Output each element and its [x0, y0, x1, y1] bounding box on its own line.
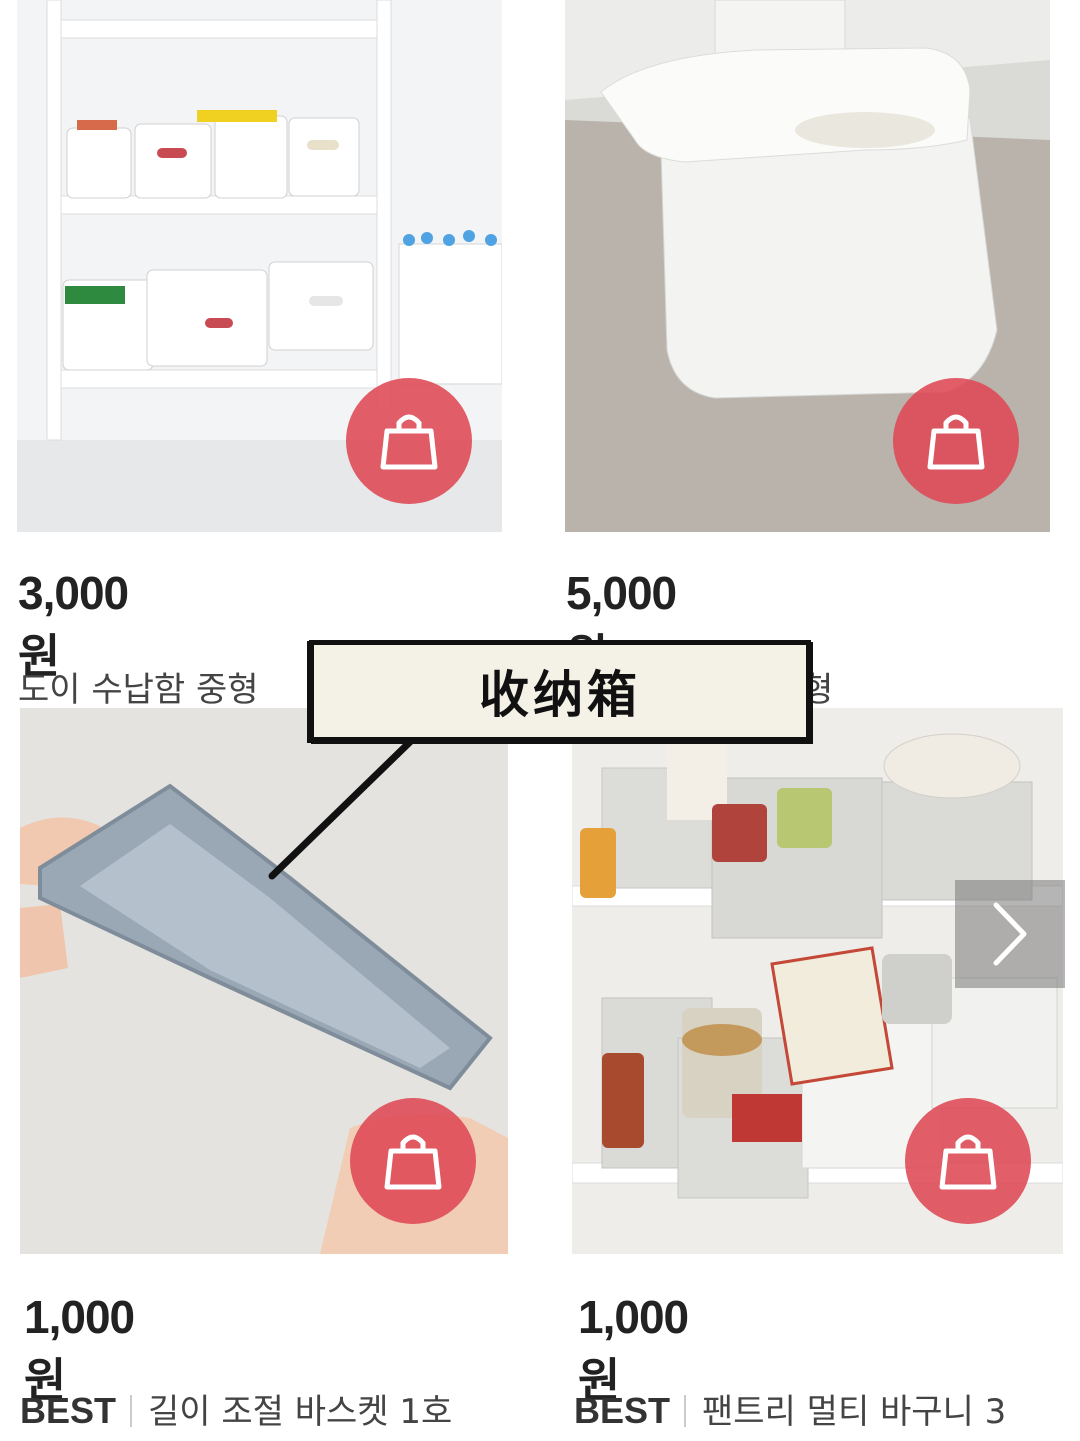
annotation-label: 收纳箱	[309, 640, 811, 742]
annotation-text: 收纳箱	[479, 666, 641, 724]
